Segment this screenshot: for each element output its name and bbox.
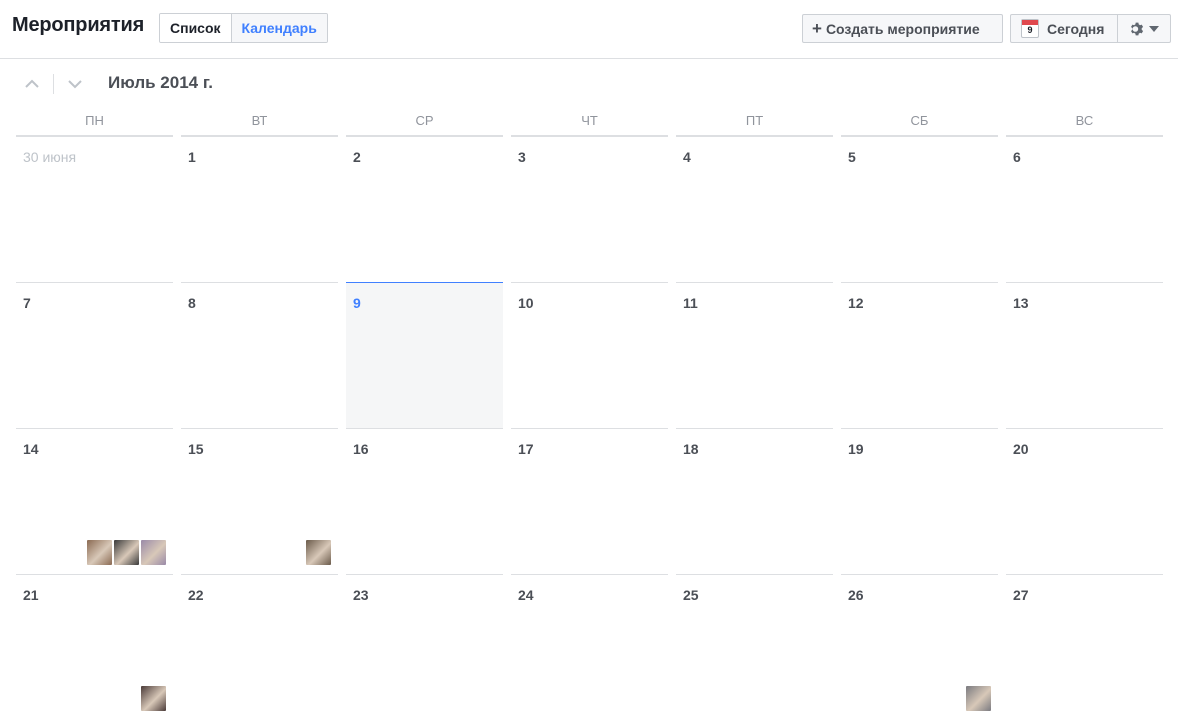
day-number: 5 (848, 149, 856, 165)
weekday-label: СР (346, 113, 503, 136)
prev-month-button[interactable] (22, 74, 42, 94)
create-event-button[interactable]: + Создать мероприятие (802, 14, 1003, 43)
day-number: 30 июня (23, 149, 77, 165)
day-cell[interactable]: 3 (511, 136, 668, 282)
day-number: 21 (23, 587, 39, 603)
day-number: 12 (848, 295, 864, 311)
day-number: 24 (518, 587, 534, 603)
day-number: 17 (518, 441, 534, 457)
avatar[interactable] (87, 540, 112, 565)
day-number: 2 (353, 149, 361, 165)
month-nav (22, 72, 85, 96)
gear-icon (1131, 22, 1144, 35)
avatar[interactable] (114, 540, 139, 565)
chevron-up-icon (25, 79, 39, 88)
calendar-icon: 9 (1021, 19, 1039, 38)
create-event-label: Создать мероприятие (825, 20, 980, 37)
weekday-label: ВС (1006, 113, 1163, 136)
day-cell[interactable]: 26 (841, 574, 998, 720)
day-cell[interactable]: 1 (181, 136, 338, 282)
chevron-down-icon (1149, 25, 1159, 32)
day-cell[interactable]: 2 (346, 136, 503, 282)
weekday-label: ПН (16, 113, 173, 136)
day-cell[interactable]: 23 (346, 574, 503, 720)
nav-divider (53, 74, 54, 94)
avatar[interactable] (141, 686, 166, 711)
day-cell[interactable]: 27 (1006, 574, 1163, 720)
day-number: 16 (353, 441, 369, 457)
day-cell[interactable]: 10 (511, 282, 668, 428)
day-number: 27 (1013, 587, 1029, 603)
weekday-label: ПТ (676, 113, 833, 136)
page-title: Мероприятия (12, 14, 145, 36)
weekday-label: СБ (841, 113, 998, 136)
today-button[interactable]: 9 Сегодня (1010, 14, 1118, 43)
avatar[interactable] (306, 540, 331, 565)
day-number: 1 (188, 149, 196, 165)
day-cell[interactable]: 8 (181, 282, 338, 428)
day-number: 4 (683, 149, 691, 165)
day-cell[interactable]: 21 (16, 574, 173, 720)
day-number: 22 (188, 587, 204, 603)
calendar-icon-day: 9 (1027, 25, 1033, 35)
day-number: 20 (1013, 441, 1029, 457)
day-cell[interactable]: 5 (841, 136, 998, 282)
day-cell[interactable]: 15 (181, 428, 338, 574)
day-number: 18 (683, 441, 699, 457)
avatar[interactable] (966, 686, 991, 711)
day-number: 14 (23, 441, 39, 457)
today-label: Сегодня (1047, 20, 1105, 37)
day-number: 25 (683, 587, 699, 603)
avatar[interactable] (141, 540, 166, 565)
view-switcher: Список Календарь (159, 13, 328, 43)
event-attendees (306, 540, 331, 565)
event-attendees (87, 540, 166, 565)
day-cell[interactable]: 6 (1006, 136, 1163, 282)
day-number: 13 (1013, 295, 1029, 311)
day-cell[interactable]: 19 (841, 428, 998, 574)
day-number: 11 (683, 295, 698, 311)
day-number: 15 (188, 441, 204, 457)
weekday-label: ЧТ (511, 113, 668, 136)
day-cell[interactable]: 4 (676, 136, 833, 282)
top-bar: Мероприятия Список Календарь + Создать м… (0, 0, 1178, 59)
day-number: 3 (518, 149, 526, 165)
plus-icon: + (812, 19, 822, 38)
day-cell[interactable]: 11 (676, 282, 833, 428)
day-cell[interactable]: 20 (1006, 428, 1163, 574)
day-number: 26 (848, 587, 864, 603)
tab-calendar[interactable]: Календарь (230, 14, 327, 42)
day-cell[interactable]: 14 (16, 428, 173, 574)
day-cell[interactable]: 7 (16, 282, 173, 428)
tab-list[interactable]: Список (160, 14, 231, 42)
day-number: 10 (518, 295, 534, 311)
day-cell[interactable]: 24 (511, 574, 668, 720)
day-cell[interactable]: 9 (346, 282, 503, 428)
day-cell[interactable]: 16 (346, 428, 503, 574)
event-attendees (141, 686, 166, 711)
day-cell[interactable]: 12 (841, 282, 998, 428)
day-cell[interactable]: 25 (676, 574, 833, 720)
day-number: 23 (353, 587, 369, 603)
event-attendees (966, 686, 991, 711)
day-cell[interactable]: 18 (676, 428, 833, 574)
day-number: 19 (848, 441, 864, 457)
day-cell[interactable]: 13 (1006, 282, 1163, 428)
day-cell[interactable]: 22 (181, 574, 338, 720)
next-month-button[interactable] (65, 74, 85, 94)
chevron-down-icon (68, 80, 82, 89)
day-number: 7 (23, 295, 31, 311)
settings-menu-button[interactable] (1117, 14, 1171, 43)
day-cell[interactable]: 17 (511, 428, 668, 574)
day-number: 9 (353, 295, 361, 311)
weekday-label: ВТ (181, 113, 338, 136)
month-label: Июль 2014 г. (108, 73, 213, 92)
day-number: 8 (188, 295, 196, 311)
day-number: 6 (1013, 149, 1021, 165)
day-cell[interactable]: 30 июня (16, 136, 173, 282)
